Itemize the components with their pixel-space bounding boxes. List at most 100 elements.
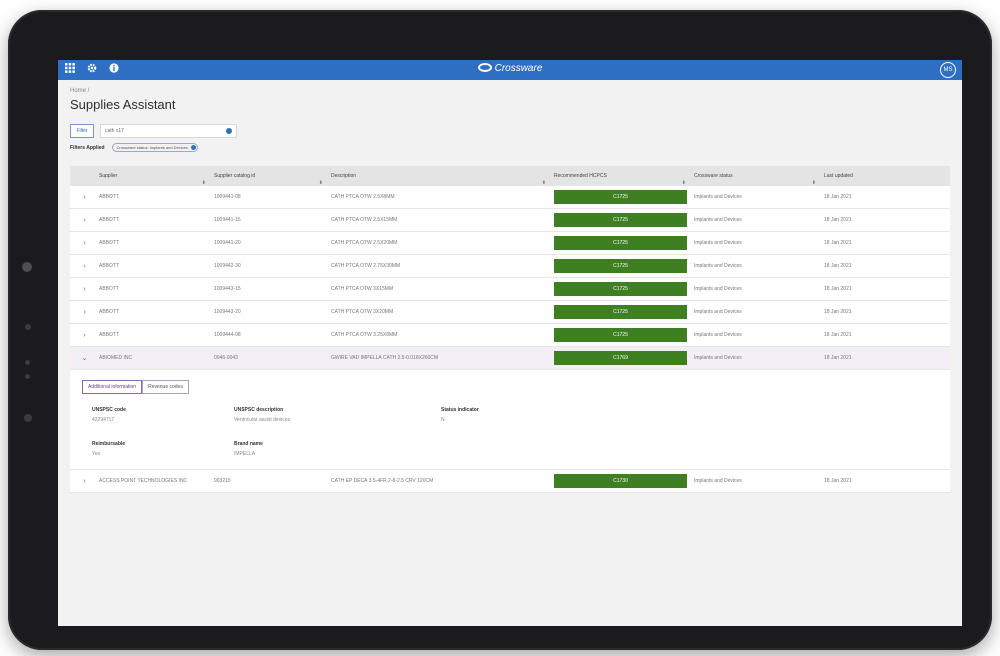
column-label: Last updated — [824, 173, 853, 179]
cell-hcpcs: C1769 — [550, 347, 690, 370]
clear-icon[interactable] — [226, 128, 232, 134]
brand-name: Crossware — [494, 63, 543, 74]
chevron-right-icon[interactable]: › — [70, 324, 95, 347]
cell-status: Implants and Devices — [694, 193, 742, 200]
applied-filters: Filters Applied Crossware status: Implan… — [70, 143, 950, 152]
cell-description: CATH PTCA OTW 3X15MM — [331, 285, 394, 292]
cell-last-updated: 18 Jan 2021 — [824, 308, 852, 315]
breadcrumb[interactable]: Home / — [70, 88, 950, 94]
cell-catalog-id: 1009441-08 — [214, 193, 241, 200]
sort-icon[interactable]: ⬍ — [812, 173, 816, 193]
applied-filters-label: Filters Applied — [70, 144, 105, 151]
sort-icon[interactable]: ⬍ — [319, 173, 323, 193]
field-value: IMPELLA — [234, 451, 256, 457]
cell-last-updated: 18 Jan 2021 — [824, 285, 852, 292]
search-input[interactable]: cath c17 — [100, 124, 237, 138]
column-label: Supplier catalog id — [214, 173, 256, 179]
chevron-right-icon[interactable]: › — [70, 278, 95, 301]
cell-hcpcs: C1725 — [550, 278, 690, 301]
sort-icon[interactable]: ⬍ — [202, 173, 206, 193]
cell-hcpcs: C1725 — [550, 209, 690, 232]
tab-additional-information[interactable]: Additional information — [82, 380, 143, 394]
column-header-catalog-id[interactable]: Supplier catalog id ⬍ — [210, 166, 327, 186]
column-label: Recommended HCPCS — [554, 173, 607, 179]
cell-description: CATH PTCA OTW 3X20MM — [331, 308, 394, 315]
table-row[interactable]: › ABBOTT 1009441-20 CATH PTCA OTW 2.5X20… — [70, 232, 950, 255]
cell-description: GWIRE VAD IMPELLA CATH 2.5-0.018X260CM — [331, 354, 439, 361]
cell-last-updated: 18 Jan 2021 — [824, 216, 852, 223]
column-header-last-updated[interactable]: Last updated — [820, 166, 950, 186]
chevron-right-icon[interactable]: › — [70, 301, 95, 324]
cell-hcpcs: C1725 — [550, 324, 690, 347]
sensor-dot — [25, 360, 30, 365]
table-row[interactable]: › ABBOTT 1009443-15 CATH PTCA OTW 3X15MM… — [70, 278, 950, 301]
filter-chip[interactable]: Crossware status: Implants and Devices — [111, 143, 198, 152]
avatar[interactable]: MS — [940, 62, 956, 78]
cell-last-updated: 18 Jan 2021 — [824, 262, 852, 269]
cell-description: CATH PTCA OTW 2.5X8MM — [331, 193, 395, 200]
chevron-right-icon[interactable]: › — [70, 255, 95, 278]
filter-chip-label: Crossware status: Implants and Devices — [116, 145, 188, 150]
hcpcs-badge: C1725 — [554, 259, 687, 273]
cell-hcpcs: C1725 — [550, 232, 690, 255]
tablet-frame: Crossware MS Home / Supplies Assistant F… — [8, 10, 992, 650]
hcpcs-badge: C1725 — [554, 305, 687, 319]
search-value: cath c17 — [105, 128, 124, 134]
filter-button[interactable]: Filter — [70, 124, 94, 138]
chevron-right-icon[interactable]: › — [70, 209, 95, 232]
column-label: Crossware status — [694, 173, 733, 179]
column-header-supplier[interactable]: Supplier ⬍ — [95, 166, 210, 186]
table-row-expanded[interactable]: ⌄ ABIOMED INC 0046-0043 GWIRE VAD IMPELL… — [70, 347, 950, 370]
cell-supplier: ABBOTT — [99, 331, 120, 338]
cell-status: Implants and Devices — [694, 354, 742, 361]
cell-supplier: ABBOTT — [99, 193, 120, 200]
cell-last-updated: 18 Jan 2021 — [824, 354, 852, 361]
cell-hcpcs: C1730 — [550, 470, 690, 493]
column-header-description[interactable]: Description ⬍ — [327, 166, 550, 186]
table-row[interactable]: › ABBOTT 1009444-08 CATH PTCA OTW 3.25X8… — [70, 324, 950, 347]
cell-hcpcs: C1725 — [550, 186, 690, 209]
chevron-right-icon[interactable]: › — [70, 186, 95, 209]
field-reimbursable: Reimbursable Yes — [92, 441, 125, 457]
cell-description: CATH PTCA OTW 2.75X30MM — [331, 262, 401, 269]
app-screen: Crossware MS Home / Supplies Assistant F… — [58, 60, 962, 626]
cell-catalog-id: 0046-0043 — [214, 354, 238, 361]
column-header-hcpcs[interactable]: Recommended HCPCS ⬍ — [550, 166, 690, 186]
cell-catalog-id: 1009441-15 — [214, 216, 241, 223]
field-value: Yes — [92, 451, 101, 457]
hcpcs-badge: C1725 — [554, 236, 687, 250]
table-row[interactable]: › ABBOTT 1009443-20 CATH PTCA OTW 3X20MM… — [70, 301, 950, 324]
top-navbar: Crossware MS — [58, 60, 962, 80]
chevron-down-icon[interactable]: ⌄ — [70, 347, 95, 370]
field-unspsc-description: UNSPSC description Ventricular assist de… — [234, 407, 290, 423]
column-header-status[interactable]: Crossware status ⬍ — [690, 166, 820, 186]
field-label: Brand name — [234, 441, 263, 447]
field-label: Reimbursable — [92, 441, 126, 447]
tab-revenue-codes[interactable]: Revenue codes — [142, 380, 189, 394]
table-row[interactable]: › ABBOTT 1009442-30 CATH PTCA OTW 2.75X3… — [70, 255, 950, 278]
cell-hcpcs: C1725 — [550, 301, 690, 324]
cell-supplier: ABIOMED INC — [99, 354, 133, 361]
chevron-right-icon[interactable]: › — [70, 232, 95, 255]
column-label: Description — [331, 173, 357, 179]
cell-status: Implants and Devices — [694, 262, 742, 269]
field-value: N — [441, 417, 445, 423]
field-label: UNSPSC description — [234, 407, 284, 413]
remove-chip-icon[interactable] — [190, 145, 196, 150]
field-label: Status indicator — [441, 407, 479, 413]
cell-catalog-id: 1009443-20 — [214, 308, 241, 315]
sort-icon[interactable]: ⬍ — [542, 173, 546, 193]
sort-icon[interactable]: ⬍ — [682, 173, 686, 193]
cell-supplier: ACCESS POINT TECHNOLOGIES INC — [99, 477, 188, 484]
cell-description: CATH EP DECA 3.5-4FR 2-8-2.5 CRV 120CM — [331, 477, 434, 484]
cell-status: Implants and Devices — [694, 331, 742, 338]
cell-supplier: ABBOTT — [99, 285, 120, 292]
hcpcs-badge: C1725 — [554, 282, 687, 296]
cell-supplier: ABBOTT — [99, 239, 120, 246]
chevron-right-icon[interactable]: › — [70, 470, 95, 493]
field-label: UNSPSC code — [92, 407, 126, 413]
table-row[interactable]: › ABBOTT 1009441-15 CATH PTCA OTW 2.5X15… — [70, 209, 950, 232]
cell-status: Implants and Devices — [694, 285, 742, 292]
cell-last-updated: 18 Jan 2021 — [824, 331, 852, 338]
table-row[interactable]: › ACCESS POINT TECHNOLOGIES INC 903215 C… — [70, 470, 950, 493]
